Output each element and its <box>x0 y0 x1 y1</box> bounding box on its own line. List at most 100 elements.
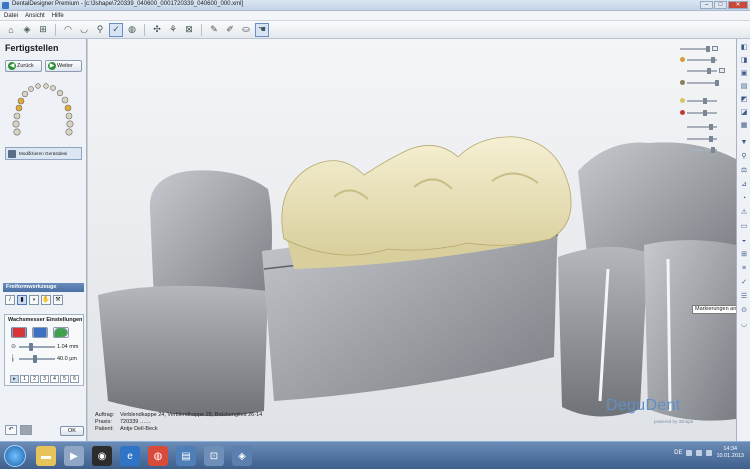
tray-network-icon[interactable] <box>696 450 703 456</box>
depth-slider[interactable]: ╽ 40.0 µm <box>11 355 83 363</box>
menu-hilfe[interactable]: Hilfe <box>52 11 64 20</box>
check-mark-icon[interactable]: ✓ <box>739 278 749 288</box>
opacity-thumb[interactable] <box>703 109 707 116</box>
brush-icon[interactable]: ✎ <box>207 23 221 37</box>
back-button[interactable]: ◀ Zurück <box>5 60 42 72</box>
probe-icon[interactable]: ⚲ <box>739 152 749 162</box>
material-icon[interactable]: ⛀ <box>239 23 253 37</box>
view-left-icon[interactable]: ◩ <box>739 95 749 105</box>
dental-model-render[interactable] <box>88 39 736 441</box>
camera-app-icon[interactable]: ◉ <box>92 446 112 466</box>
tray-volume-icon[interactable] <box>706 450 713 456</box>
network-app-icon[interactable]: ⊡ <box>204 446 224 466</box>
upper-jaw-icon[interactable]: ◠ <box>61 23 75 37</box>
layers-icon[interactable]: ☰ <box>739 292 749 302</box>
smooth-tool-icon[interactable]: ◗ <box>29 295 39 305</box>
view-front-icon[interactable]: ◧ <box>739 43 749 53</box>
explorer-icon[interactable]: ▬ <box>36 446 56 466</box>
media-icon[interactable]: ▶ <box>64 446 84 466</box>
freeform-tools-header[interactable]: Freiformwerkzeuge <box>3 283 84 292</box>
size-track[interactable] <box>19 343 55 351</box>
antagonist-icon[interactable]: ⚲ <box>93 23 107 37</box>
opacity-thumb[interactable] <box>715 79 719 86</box>
markings-icon[interactable]: ⊙ <box>739 306 749 316</box>
section-view-icon[interactable]: ⊿ <box>739 180 749 190</box>
view-right-icon[interactable]: ◪ <box>739 108 749 118</box>
lines-icon[interactable]: ≡ <box>739 264 749 274</box>
carve-icon[interactable]: ⚒ <box>53 295 63 305</box>
dental-chart-icon[interactable] <box>8 80 80 140</box>
opacity-slider[interactable] <box>687 146 717 153</box>
layer-toggle[interactable] <box>712 46 718 51</box>
size-thumb[interactable] <box>29 343 33 351</box>
margin-line-icon[interactable]: ◡ <box>739 320 749 330</box>
contact-icon[interactable]: ◔ <box>739 194 749 204</box>
opacity-slider[interactable] <box>687 67 717 74</box>
opacity-slider[interactable] <box>680 45 710 52</box>
view-bottom-icon[interactable]: ▤ <box>739 82 749 92</box>
opacity-slider[interactable] <box>687 79 719 86</box>
opacity-thumb[interactable] <box>706 45 710 52</box>
visibility-row[interactable] <box>680 109 730 116</box>
add-mode-button[interactable] <box>11 327 27 338</box>
undo-icon[interactable]: ↶ <box>5 425 17 435</box>
implant-view-icon[interactable]: ⊞ <box>36 23 50 37</box>
size-slider[interactable]: ⊖ 1.04 mm <box>11 343 83 351</box>
visibility-row[interactable] <box>680 45 730 52</box>
preset-3-button[interactable]: 3 <box>40 375 49 383</box>
close-button[interactable]: ✕ <box>728 1 748 9</box>
filter-icon[interactable]: ▼ <box>739 138 749 148</box>
folder-icon[interactable]: ▤ <box>176 446 196 466</box>
smooth-mode-button[interactable] <box>53 327 69 338</box>
view-top-icon[interactable]: ▣ <box>739 69 749 79</box>
measure-icon[interactable]: ⚘ <box>166 23 180 37</box>
tooth-view-icon[interactable]: ⌂ <box>4 23 18 37</box>
section-icon[interactable]: ✣ <box>150 23 164 37</box>
ruler-icon[interactable]: ⚖ <box>739 166 749 176</box>
opacity-thumb[interactable] <box>709 135 713 142</box>
language-indicator[interactable]: DE <box>674 450 682 456</box>
opacity-thumb[interactable] <box>711 146 715 153</box>
visibility-row[interactable] <box>680 146 730 153</box>
depth-thumb[interactable] <box>33 355 37 363</box>
wax-knife-icon[interactable]: / <box>5 295 15 305</box>
opacity-slider[interactable] <box>687 135 717 142</box>
tray-flag-icon[interactable] <box>686 450 693 456</box>
opacity-thumb[interactable] <box>703 97 707 104</box>
opacity-thumb[interactable] <box>709 123 713 130</box>
depth-track[interactable] <box>19 355 55 363</box>
chrome-icon[interactable]: ◍ <box>148 446 168 466</box>
hand-icon[interactable]: ☚ <box>255 22 269 37</box>
opacity-slider[interactable] <box>687 109 717 116</box>
preset-6-button[interactable]: 6 <box>70 375 79 383</box>
internet-explorer-icon[interactable]: e <box>120 446 140 466</box>
ok-button[interactable]: OK <box>60 426 84 436</box>
preset-2-button[interactable]: 2 <box>30 375 39 383</box>
opacity-slider[interactable] <box>687 123 717 130</box>
modify-framework-button[interactable]: Modifizieren Gerüstdesi <box>5 147 82 160</box>
visibility-row[interactable] <box>680 123 730 130</box>
menu-ansicht[interactable]: Ansicht <box>25 11 45 20</box>
visibility-row[interactable] <box>680 97 730 104</box>
start-button[interactable] <box>4 445 26 467</box>
snapshot-icon[interactable]: ▭ <box>739 222 749 232</box>
visibility-row[interactable] <box>680 56 730 63</box>
clock[interactable]: 14:34 10.01.2013 <box>716 446 744 460</box>
check-icon[interactable]: ✓ <box>109 22 123 37</box>
preset-1-button[interactable]: 1 <box>20 375 29 383</box>
view-iso-icon[interactable]: ▦ <box>739 121 749 131</box>
preset-icon[interactable]: ▸ <box>10 375 19 383</box>
menu-datei[interactable]: Datei <box>4 11 18 20</box>
opacity-thumb[interactable] <box>707 67 711 74</box>
grid-icon[interactable]: ⊠ <box>182 23 196 37</box>
visibility-row[interactable] <box>680 79 730 86</box>
3d-viewport[interactable]: Auftrag: Verblendkappe 24, Verblendkappe … <box>88 39 736 441</box>
next-button[interactable]: ▶ Weiter <box>45 60 82 72</box>
preset-5-button[interactable]: 5 <box>60 375 69 383</box>
view-back-icon[interactable]: ◨ <box>739 56 749 66</box>
opacity-slider[interactable] <box>687 56 717 63</box>
warning-icon[interactable]: ⚠ <box>739 208 749 218</box>
dental-designer-taskbar-icon[interactable]: ◈ <box>232 446 252 466</box>
crown-view-icon[interactable]: ◈ <box>20 23 34 37</box>
grid-view-icon[interactable]: ⊞ <box>739 250 749 260</box>
